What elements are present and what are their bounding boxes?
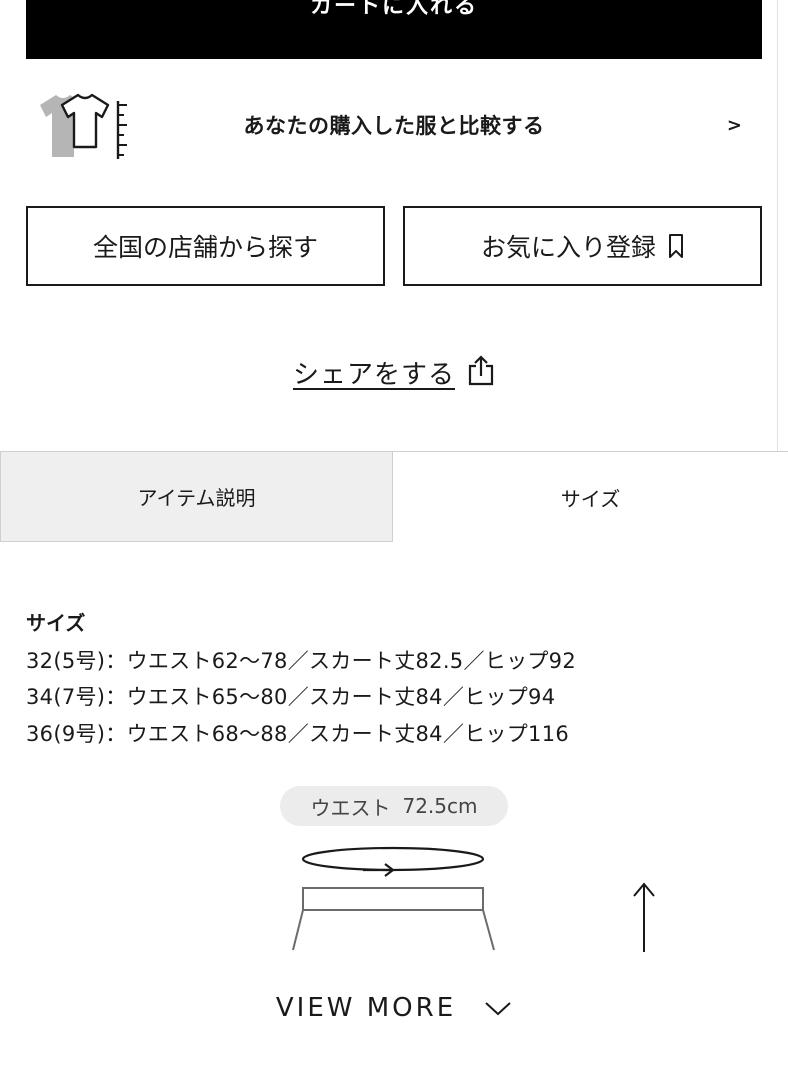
store-search-button[interactable]: 全国の店舗から探す — [26, 206, 385, 286]
size-heading: サイズ — [26, 611, 86, 635]
tab-size[interactable]: サイズ — [393, 452, 788, 542]
view-more-button[interactable]: VIEW MORE — [0, 988, 788, 1028]
size-row: 36(9号)：ウエスト68〜88／スカート丈84／ヒップ116 — [26, 722, 570, 746]
add-to-cart-button[interactable]: カートに入れる — [26, 0, 762, 59]
waist-measurement-pill: ウエスト 72.5cm — [280, 786, 508, 826]
share-label: シェアをする — [292, 359, 455, 390]
arrow-up-icon[interactable] — [628, 880, 660, 954]
tab-label: サイズ — [560, 486, 621, 511]
tab-item-description[interactable]: アイテム説明 — [0, 452, 393, 542]
size-row: 32(5号)：ウエスト62〜78／スカート丈82.5／ヒップ92 — [26, 649, 576, 673]
add-to-cart-label: カートに入れる — [309, 0, 478, 19]
measurement-label: ウエスト — [310, 795, 391, 820]
share-icon — [468, 355, 494, 386]
skirt-diagram — [292, 846, 495, 951]
favorite-button[interactable]: お気に入り登録 — [403, 206, 762, 286]
tab-label: アイテム説明 — [137, 486, 256, 510]
favorite-label: お気に入り登録 — [480, 233, 656, 262]
compare-with-purchased-row[interactable]: あなたの購入した服と比較する > — [26, 84, 762, 166]
view-more-label: VIEW MORE — [275, 993, 457, 1023]
chevron-down-icon — [485, 1002, 511, 1016]
bookmark-icon — [669, 234, 683, 258]
compare-label: あなたの購入した服と比較する — [243, 114, 545, 138]
chevron-right-icon: > — [726, 115, 742, 136]
measurement-value: 72.5cm — [402, 794, 478, 818]
size-row: 34(7号)：ウエスト65〜80／スカート丈84／ヒップ94 — [26, 685, 556, 709]
store-search-label: 全国の店舗から探す — [92, 233, 318, 262]
share-link[interactable]: シェアをする — [0, 352, 788, 392]
